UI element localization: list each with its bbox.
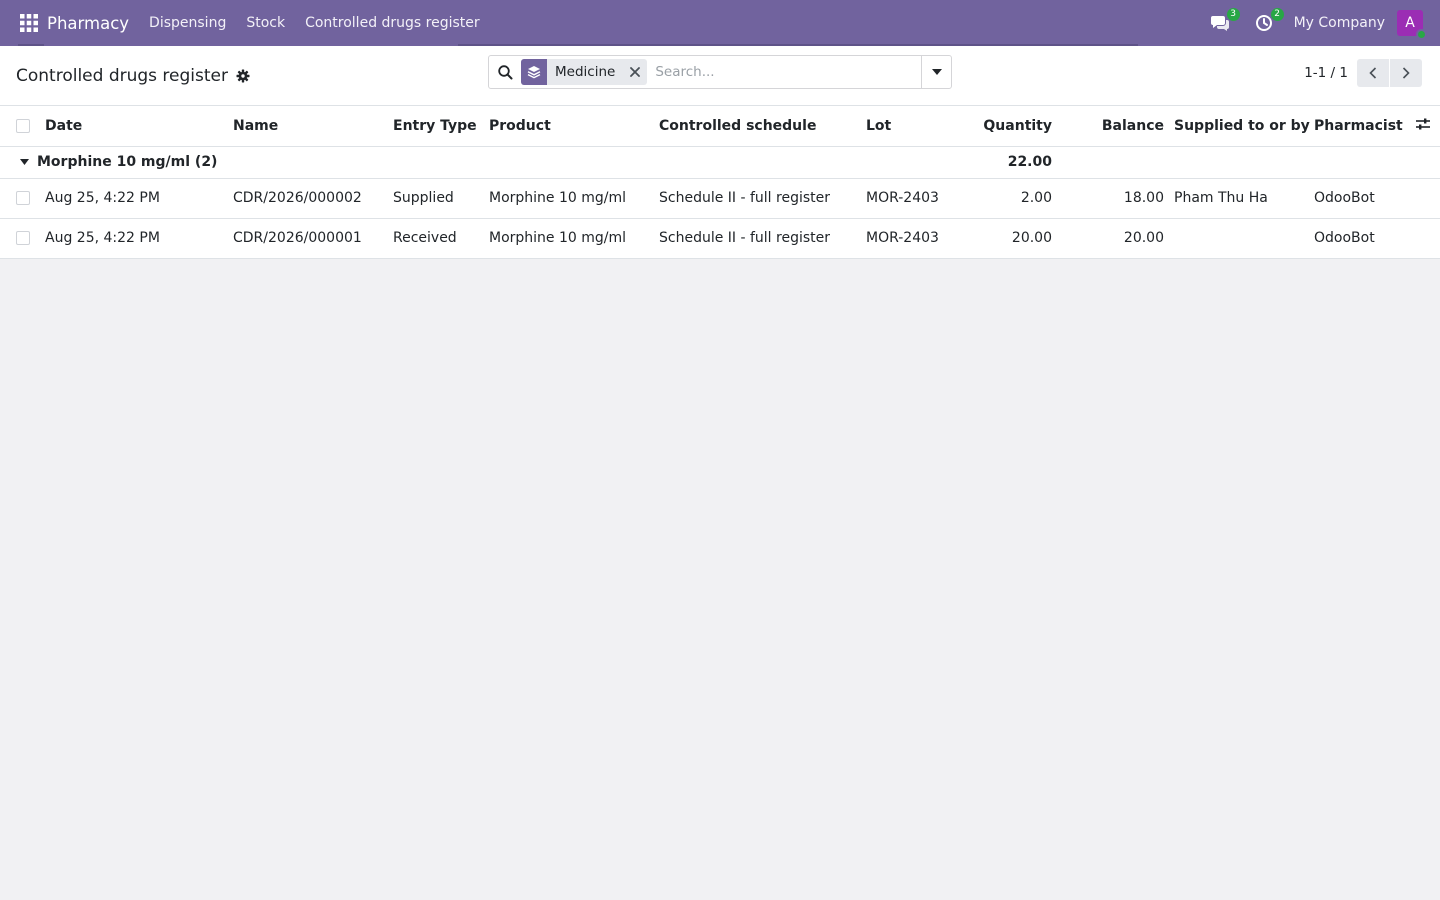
search-input[interactable] xyxy=(655,64,921,80)
cell-empty xyxy=(1406,218,1440,259)
facet-value: Medicine xyxy=(555,64,616,80)
cell-empty xyxy=(1406,178,1440,219)
group-row[interactable]: Morphine 10 mg/ml (2) 22.00 xyxy=(0,146,1440,179)
search-facet: Medicine xyxy=(521,59,648,85)
activities-button[interactable]: 2 xyxy=(1250,8,1284,37)
online-status-icon xyxy=(1416,29,1427,40)
close-icon[interactable] xyxy=(623,67,647,77)
cell-date: Aug 25, 4:22 PM xyxy=(45,218,233,259)
caret-down-icon xyxy=(931,69,942,75)
menu-stock[interactable]: Stock xyxy=(246,15,285,31)
company-switcher[interactable]: My Company xyxy=(1294,15,1385,31)
group-filler xyxy=(1052,146,1440,179)
cell-supplied xyxy=(1164,218,1314,259)
group-quantity-total: 22.00 xyxy=(962,146,1052,179)
pager-value[interactable]: 1-1 / 1 xyxy=(1304,65,1348,81)
apps-menu-icon[interactable] xyxy=(16,10,42,36)
records-table: Date Name Entry Type Product Controlled … xyxy=(0,106,1440,259)
group-label-text: Morphine 10 mg/ml (2) xyxy=(37,154,218,170)
search-bar: Medicine xyxy=(488,55,952,89)
row-select-cell xyxy=(0,178,45,219)
pager-next-button[interactable] xyxy=(1390,59,1422,87)
cell-pharmacist: OdooBot xyxy=(1314,178,1406,219)
column-header-lot[interactable]: Lot xyxy=(866,106,962,147)
select-all-cell xyxy=(0,106,45,147)
cell-quantity: 2.00 xyxy=(962,178,1052,219)
column-header-date[interactable]: Date xyxy=(45,106,233,147)
app-brand[interactable]: Pharmacy xyxy=(47,14,129,33)
clock-icon xyxy=(1255,15,1272,31)
gear-icon[interactable] xyxy=(236,69,250,83)
pager: 1-1 / 1 xyxy=(1304,59,1422,87)
control-panel: Controlled drugs register Medicine Searc… xyxy=(0,46,1440,106)
column-header-entry-type[interactable]: Entry Type xyxy=(393,106,489,147)
cell-pharmacist: OdooBot xyxy=(1314,218,1406,259)
select-all-checkbox[interactable] xyxy=(16,118,30,133)
cell-balance: 18.00 xyxy=(1052,178,1164,219)
layers-icon xyxy=(521,59,547,85)
cell-controlled-schedule: Schedule II - full register xyxy=(659,178,866,219)
row-checkbox[interactable] xyxy=(16,231,30,245)
row-select-cell xyxy=(0,218,45,259)
group-header[interactable]: Morphine 10 mg/ml (2) xyxy=(0,154,962,170)
sliders-icon xyxy=(1416,118,1430,130)
menu-controlled-drugs-register[interactable]: Controlled drugs register xyxy=(305,15,480,31)
search-options-toggle[interactable] xyxy=(921,56,951,88)
column-header-pharmacist[interactable]: Pharmacist xyxy=(1314,106,1406,147)
row-checkbox[interactable] xyxy=(16,191,30,205)
list-view: Date Name Entry Type Product Controlled … xyxy=(0,106,1440,259)
cell-supplied: Pham Thu Ha xyxy=(1164,178,1314,219)
menu-dispensing[interactable]: Dispensing xyxy=(149,15,226,31)
column-header-quantity[interactable]: Quantity xyxy=(962,106,1052,147)
cell-product: Morphine 10 mg/ml xyxy=(489,178,659,219)
activities-count-badge: 2 xyxy=(1270,8,1284,21)
cell-controlled-schedule: Schedule II - full register xyxy=(659,218,866,259)
messages-button[interactable]: 3 xyxy=(1206,8,1240,37)
table-row[interactable]: Aug 25, 4:22 PM CDR/2026/000001 Received… xyxy=(0,218,1440,259)
avatar-initial: A xyxy=(1405,15,1415,31)
page-title: Controlled drugs register xyxy=(16,65,228,86)
cell-name: CDR/2026/000002 xyxy=(233,178,393,219)
table-header-row: Date Name Entry Type Product Controlled … xyxy=(0,106,1440,147)
table-row[interactable]: Aug 25, 4:22 PM CDR/2026/000002 Supplied… xyxy=(0,178,1440,219)
cell-product: Morphine 10 mg/ml xyxy=(489,218,659,259)
column-header-name[interactable]: Name xyxy=(233,106,393,147)
search-icon[interactable] xyxy=(489,64,521,80)
chevron-right-icon xyxy=(1402,67,1410,79)
cell-balance: 20.00 xyxy=(1052,218,1164,259)
user-avatar[interactable]: A xyxy=(1397,10,1427,40)
cell-quantity: 20.00 xyxy=(962,218,1052,259)
top-navbar: Pharmacy Dispensing Stock Controlled dru… xyxy=(0,0,1440,46)
messages-count-badge: 3 xyxy=(1226,8,1240,21)
cell-name: CDR/2026/000001 xyxy=(233,218,393,259)
chevron-left-icon xyxy=(1369,67,1377,79)
column-header-controlled-schedule[interactable]: Controlled schedule xyxy=(659,106,866,147)
pager-previous-button[interactable] xyxy=(1357,59,1389,87)
cell-date: Aug 25, 4:22 PM xyxy=(45,178,233,219)
caret-down-icon xyxy=(20,159,29,165)
column-header-balance[interactable]: Balance xyxy=(1052,106,1164,147)
cell-lot: MOR-2403 xyxy=(866,178,962,219)
column-header-supplied[interactable]: Supplied to or by xyxy=(1164,106,1314,147)
cell-entry-type: Received xyxy=(393,218,489,259)
column-header-product[interactable]: Product xyxy=(489,106,659,147)
optional-columns-toggle[interactable] xyxy=(1406,106,1440,147)
cell-entry-type: Supplied xyxy=(393,178,489,219)
cell-lot: MOR-2403 xyxy=(866,218,962,259)
